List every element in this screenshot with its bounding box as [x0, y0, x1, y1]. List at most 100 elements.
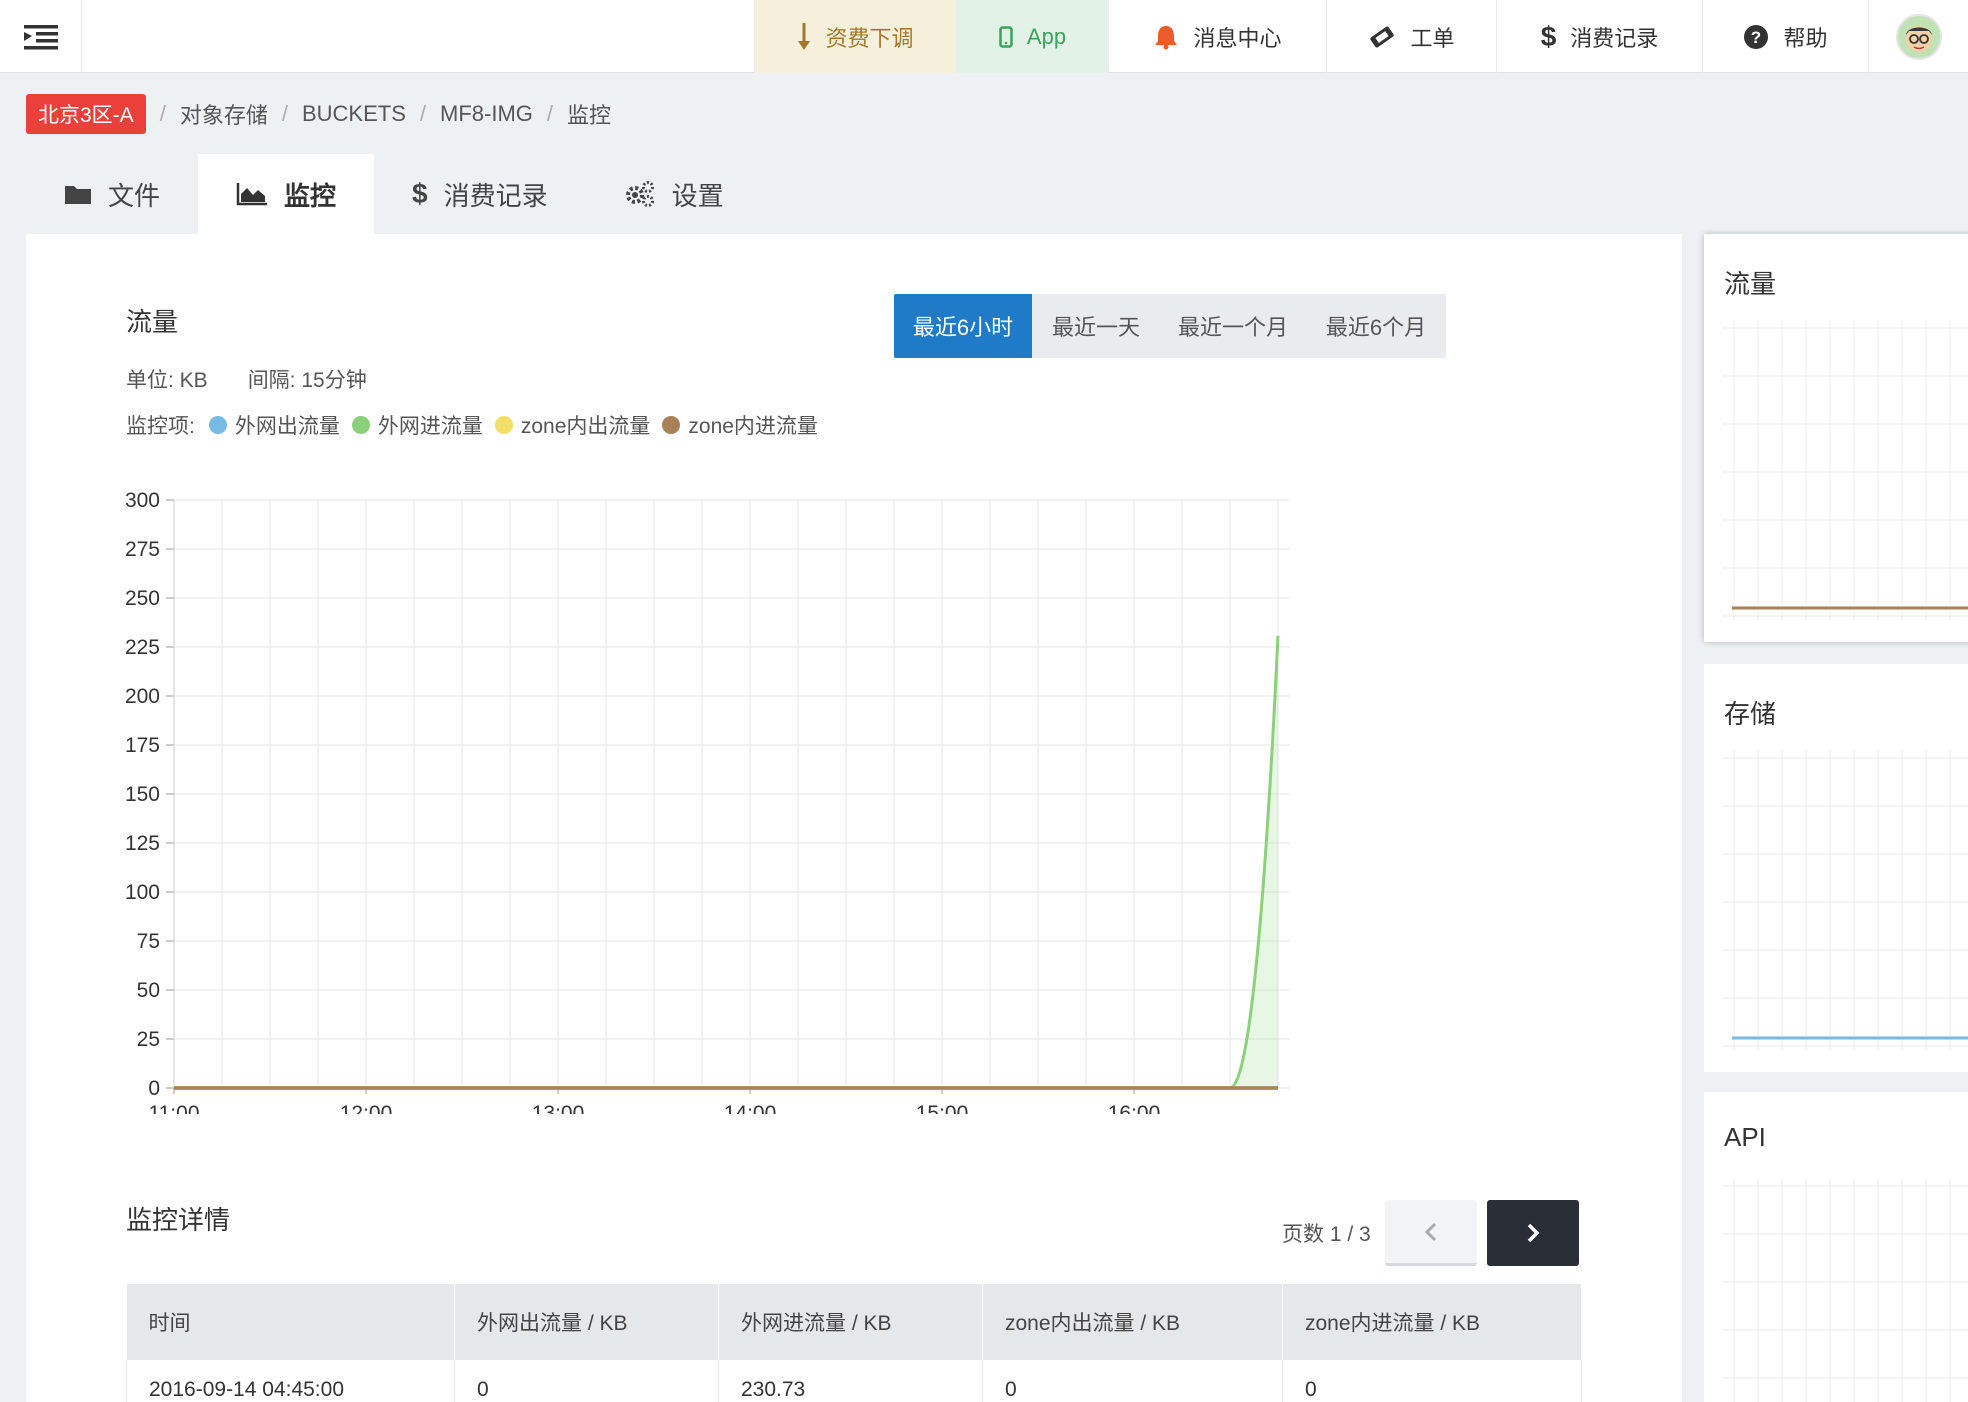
dollar-icon: $	[1540, 20, 1557, 52]
legend-item[interactable]: zone内进流量	[662, 410, 818, 440]
table-cell: 2016-09-14 04:45:00	[126, 1360, 455, 1402]
question-circle-icon: ?	[1743, 24, 1769, 50]
legend-dot	[351, 416, 370, 434]
table-cell: 0	[454, 1360, 719, 1402]
tab-files[interactable]: 文件	[26, 154, 198, 234]
range-6m-button[interactable]: 最近6个月	[1306, 294, 1446, 358]
breadcrumb-object-storage[interactable]: 对象存储	[180, 98, 268, 130]
tab-monitor-label: 监控	[284, 180, 337, 211]
menu-toggle-button[interactable]	[0, 0, 82, 73]
table-row: 2016-09-14 04:45:00 0 230.73 0 0	[126, 1360, 1582, 1402]
nav-billing[interactable]: $ 消费记录	[1496, 0, 1702, 73]
breadcrumb-separator: /	[281, 101, 288, 126]
traffic-meta: 单位: KB 间隔: 15分钟	[126, 364, 367, 394]
side-card-title: 存储	[1724, 699, 1777, 729]
prev-page-button[interactable]	[1384, 1200, 1477, 1266]
nav-msg-label: 消息中心	[1193, 25, 1282, 51]
legend-dot	[494, 416, 513, 434]
side-card-title: API	[1724, 1122, 1766, 1152]
dollar-icon: $	[412, 178, 428, 209]
table-header-row: 时间 外网出流量 / KB 外网进流量 / KB zone内出流量 / KB z…	[126, 1284, 1582, 1360]
legend-item[interactable]: 外网进流量	[351, 410, 483, 440]
breadcrumb-bucket-name[interactable]: MF8-IMG	[440, 101, 533, 127]
nav-app[interactable]: App	[956, 0, 1108, 73]
tab-billing-label: 消费记录	[443, 180, 548, 211]
legend-name: 外网进流量	[377, 415, 483, 438]
avatar	[1895, 13, 1942, 60]
y-tick-label: 250	[126, 587, 160, 610]
top-nav: 资费下调 App 消息中心 工单 $ 消费记录 ? 帮助	[754, 0, 1968, 73]
y-tick-label: 125	[126, 832, 160, 855]
range-1d-button[interactable]: 最近一天	[1032, 294, 1160, 358]
tab-settings[interactable]: 设置	[586, 154, 762, 234]
breadcrumb-buckets[interactable]: BUCKETS	[302, 101, 406, 127]
nav-help-label: 帮助	[1783, 25, 1828, 51]
legend-item[interactable]: zone内出流量	[494, 410, 651, 440]
tab-files-label: 文件	[108, 180, 161, 211]
x-tick-label: 12:00	[340, 1102, 393, 1114]
breadcrumb-current: 监控	[567, 103, 612, 128]
breadcrumb-separator: /	[546, 101, 554, 126]
nav-ticket[interactable]: 工单	[1326, 0, 1496, 73]
column-header[interactable]: 外网出流量 / KB	[454, 1284, 719, 1360]
y-tick-label: 0	[148, 1077, 160, 1100]
y-tick-label: 275	[126, 538, 160, 561]
nav-fee-reduction[interactable]: 资费下调	[754, 0, 956, 73]
menu-indent-icon	[23, 24, 58, 49]
area-chart-icon	[236, 182, 268, 206]
next-page-button[interactable]	[1486, 1200, 1579, 1266]
column-header[interactable]: 时间	[126, 1284, 455, 1360]
details-table: 时间 外网出流量 / KB 外网进流量 / KB zone内出流量 / KB z…	[126, 1284, 1582, 1402]
x-tick-label: 14:00	[724, 1102, 777, 1114]
table-cell: 0	[1282, 1360, 1582, 1402]
table-cell: 230.73	[718, 1360, 983, 1402]
column-header[interactable]: 外网进流量 / KB	[718, 1284, 983, 1360]
chevron-right-icon	[1527, 1223, 1540, 1243]
legend-dot	[662, 416, 681, 434]
nav-bill-label: 消费记录	[1570, 25, 1659, 51]
range-6h-button[interactable]: 最近6小时	[894, 294, 1032, 358]
tab-billing[interactable]: $ 消费记录	[374, 154, 586, 234]
x-tick-label: 13:00	[532, 1102, 585, 1114]
time-range-selector: 最近6小时 最近一天 最近一个月 最近6个月	[894, 294, 1446, 358]
region-badge[interactable]: 北京3区-A	[26, 94, 146, 134]
details-title: 监控详情	[126, 1205, 231, 1235]
breadcrumb-separator: /	[159, 101, 166, 126]
column-header[interactable]: zone内进流量 / KB	[1282, 1284, 1582, 1360]
breadcrumb: 北京3区-A / 对象存储 / BUCKETS / MF8-IMG / 监控	[26, 94, 612, 134]
legend-item[interactable]: 外网出流量	[208, 410, 340, 440]
legend-label: 监控项:	[126, 415, 195, 438]
nav-ticket-label: 工单	[1410, 25, 1455, 51]
bucket-tabs: 文件 监控 $ 消费记录 设置	[26, 154, 762, 234]
tab-settings-label: 设置	[671, 180, 724, 211]
ticket-icon	[1368, 25, 1396, 49]
nav-help[interactable]: ? 帮助	[1702, 0, 1868, 73]
nav-user[interactable]	[1868, 0, 1968, 73]
top-navbar: 资费下调 App 消息中心 工单 $ 消费记录 ? 帮助	[0, 0, 1968, 73]
monitor-panel: 流量 最近6小时 最近一天 最近一个月 最近6个月 单位: KB 间隔: 15分…	[26, 234, 1682, 1402]
nav-app-label: App	[1026, 23, 1067, 49]
unit-label: 单位: KB	[126, 369, 208, 392]
side-card-traffic[interactable]: 流量	[1704, 234, 1968, 642]
side-card-api[interactable]: API	[1704, 1092, 1968, 1402]
legend-name: zone内出流量	[520, 415, 651, 438]
page-indicator: 页数 1 / 3	[1282, 1223, 1371, 1246]
traffic-title: 流量	[126, 307, 179, 337]
side-chart-api	[1722, 1178, 1968, 1402]
column-header[interactable]: zone内出流量 / KB	[982, 1284, 1283, 1360]
y-tick-label: 225	[126, 636, 160, 659]
chart-legend: 监控项: 外网出流量 外网进流量 zone内出流量 zone内进流量	[126, 410, 830, 440]
y-tick-label: 75	[137, 930, 160, 953]
tab-monitor[interactable]: 监控	[198, 154, 375, 234]
x-tick-label: 16:00	[1108, 1102, 1161, 1114]
side-card-storage[interactable]: 存储	[1704, 664, 1968, 1072]
y-tick-label: 200	[126, 685, 160, 708]
legend-dot	[208, 416, 227, 434]
x-tick-label: 11:00	[149, 1102, 200, 1114]
arrow-down-icon	[797, 22, 811, 51]
range-1m-button[interactable]: 最近一个月	[1160, 294, 1306, 358]
side-chart-traffic	[1722, 320, 1968, 620]
nav-message-center[interactable]: 消息中心	[1108, 0, 1326, 73]
series-area	[174, 635, 1278, 1088]
gears-icon	[624, 180, 656, 208]
